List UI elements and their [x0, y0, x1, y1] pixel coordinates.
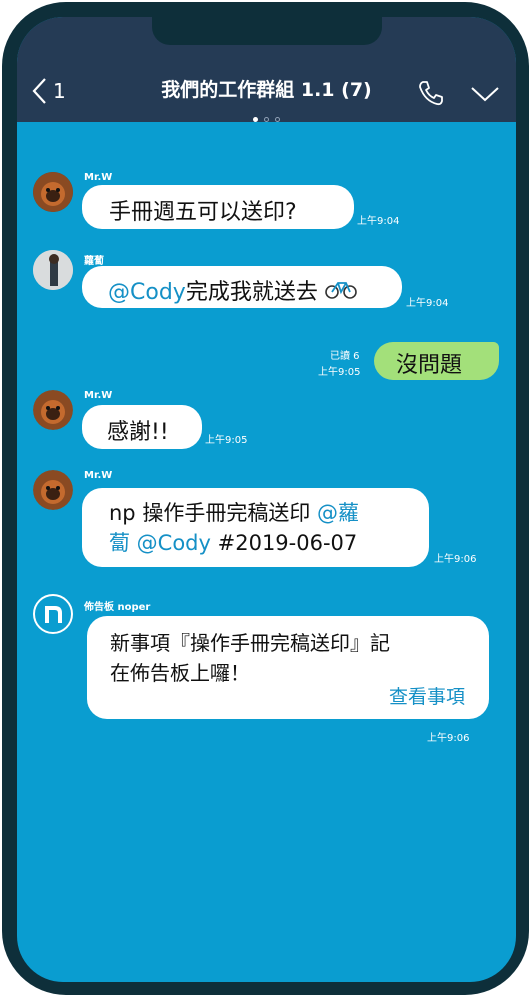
avatar[interactable] [33, 250, 73, 290]
bulletin-card[interactable]: 新事項『操作手冊完稿送印』記 在佈告板上囉！ 查看事項 [87, 616, 489, 719]
phone-notch [152, 17, 382, 45]
message-bubble[interactable]: 手冊週五可以送印? [82, 185, 354, 229]
sender-name: Mr.W [84, 390, 113, 401]
message-time: 上午9:06 [434, 554, 477, 565]
message-text: 手冊週五可以送印? [109, 200, 297, 225]
phone-frame: 1 我們的工作群組 1.1 (7) Mr.W 手冊週五可以送印? 上午9:04 [2, 2, 529, 995]
sender-name: 蘿蔔 [84, 256, 104, 267]
sender-name: Mr.W [84, 172, 113, 183]
message-bubble[interactable]: np 操作手冊完稿送印 @蘿 蔔 @Cody #2019-06-07 [82, 488, 429, 567]
message-time: 上午9:05 [318, 367, 361, 378]
mention-link[interactable]: @蘿 [317, 501, 359, 525]
bicycle-icon [325, 280, 357, 305]
message-text: #2019-06-07 [210, 531, 358, 555]
view-item-link[interactable]: 查看事項 [389, 682, 465, 712]
bulletin-text-line: 新事項『操作手冊完稿送印』記 [110, 631, 390, 655]
mention-link[interactable]: @Cody [108, 280, 186, 305]
chat-header: 1 我們的工作群組 1.1 (7) [17, 17, 516, 122]
message-time: 上午9:04 [406, 298, 449, 309]
chat-screen: 1 我們的工作群組 1.1 (7) Mr.W 手冊週五可以送印? 上午9:04 [17, 17, 516, 982]
message-time: 上午9:06 [427, 733, 470, 744]
phone-icon[interactable] [417, 79, 445, 111]
own-message-bubble[interactable]: 沒問題 [374, 342, 499, 380]
avatar[interactable] [33, 390, 73, 430]
read-receipt: 已讀 6 [330, 351, 360, 362]
message-bubble[interactable]: @Cody完成我就送去 [82, 266, 402, 308]
message-bubble[interactable]: 感謝!! [82, 405, 202, 449]
noper-logo-icon[interactable] [33, 594, 73, 634]
avatar[interactable] [33, 470, 73, 510]
message-time: 上午9:04 [357, 216, 400, 227]
message-text: 感謝!! [107, 420, 169, 445]
sender-name: Mr.W [84, 470, 113, 481]
sender-name: 佈告板 noper [84, 602, 151, 613]
chevron-down-icon[interactable] [470, 85, 500, 107]
message-text: 沒問題 [396, 353, 463, 378]
message-text: np 操作手冊完稿送印 [109, 501, 317, 525]
mention-link[interactable]: 蔔 @Cody [109, 531, 211, 555]
message-text: 完成我就送去 [185, 280, 318, 305]
message-time: 上午9:05 [205, 435, 248, 446]
avatar[interactable] [33, 172, 73, 212]
